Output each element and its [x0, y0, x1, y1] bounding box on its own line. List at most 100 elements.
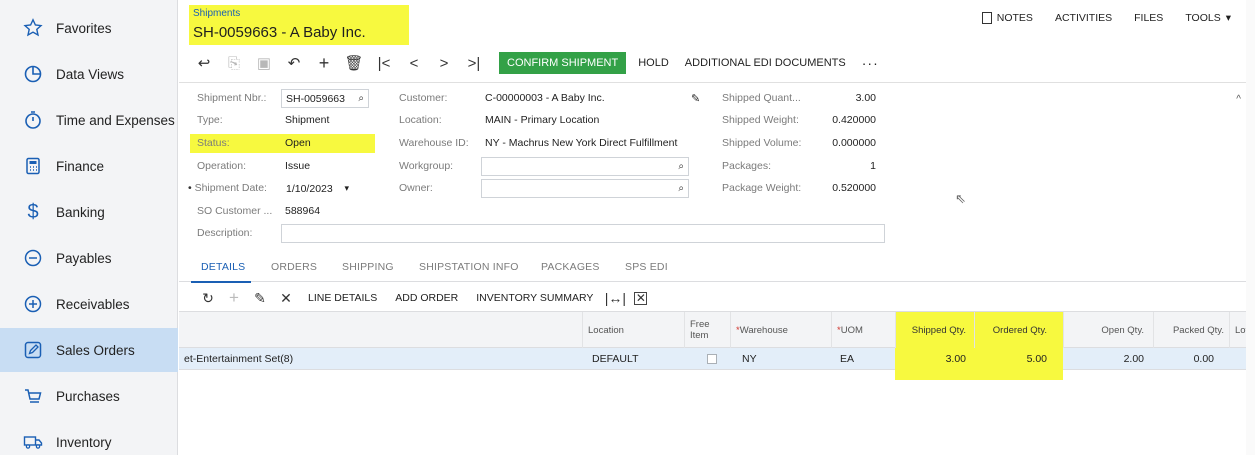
- sidebar-item-sales-orders[interactable]: Sales Orders: [0, 328, 178, 372]
- sidebar-item-receivables[interactable]: Receivables: [0, 282, 178, 326]
- sidebar-item-payables[interactable]: Payables: [0, 236, 178, 280]
- sidebar-item-purchases[interactable]: Purchases: [0, 374, 178, 418]
- workgroup-field[interactable]: ⌕: [481, 157, 689, 176]
- save-icon[interactable]: ▣: [249, 53, 279, 73]
- sidebar-item-inventory[interactable]: Inventory: [0, 420, 178, 455]
- cell-location[interactable]: DEFAULT: [587, 348, 677, 370]
- packages-label: Packages:: [722, 160, 772, 172]
- warehouse-value: NY - Machrus New York Direct Fulfillment: [485, 137, 678, 149]
- cell-free-item[interactable]: [702, 348, 722, 370]
- status-value: Open: [285, 137, 311, 149]
- search-icon[interactable]: ⌕: [358, 93, 364, 104]
- shipment-date-row: • Shipment Date:: [188, 178, 285, 198]
- sidebar-item-label: Sales Orders: [56, 342, 135, 358]
- edit-icon[interactable]: ✎: [691, 92, 700, 105]
- package-weight-row: Package Weight: 0.520000: [722, 178, 876, 198]
- edit-icon[interactable]: ✎: [247, 290, 273, 307]
- column-header-packed-qty[interactable]: Packed Qty.: [1153, 312, 1229, 349]
- sidebar-item-favorites[interactable]: Favorites: [0, 6, 178, 50]
- shipped-volume-value: 0.000000: [832, 137, 876, 149]
- sidebar-item-time-and-expenses[interactable]: Time and Expenses: [0, 98, 178, 142]
- shipment-date-label: • Shipment Date:: [188, 182, 267, 194]
- tab-shipstation-info[interactable]: SHIPSTATION INFO: [419, 261, 519, 273]
- sidebar-item-banking[interactable]: $ Banking: [0, 190, 178, 234]
- warehouse-row: Warehouse ID: NY - Machrus New York Dire…: [399, 133, 677, 153]
- chevron-down-icon[interactable]: ▾: [344, 183, 349, 194]
- save-close-icon[interactable]: ⎘: [219, 53, 249, 73]
- tab-orders[interactable]: ORDERS: [271, 261, 317, 273]
- free-item-checkbox[interactable]: [707, 354, 717, 364]
- add-icon[interactable]: +: [309, 53, 339, 73]
- status-label: Status:: [197, 137, 230, 149]
- customer-value[interactable]: C-00000003 - A Baby Inc.: [485, 92, 605, 104]
- column-header-ordered-qty[interactable]: Ordered Qty.: [974, 312, 1052, 349]
- refresh-icon[interactable]: ↻: [195, 290, 221, 307]
- table-row[interactable]: et-Entertainment Set(8) DEFAULT NY EA 3.…: [179, 348, 1255, 380]
- next-record-icon[interactable]: >: [429, 53, 459, 73]
- column-header-uom[interactable]: * UOM: [831, 312, 891, 349]
- activities-link[interactable]: ACTIVITIES: [1055, 12, 1112, 24]
- cell-warehouse[interactable]: NY: [737, 348, 817, 370]
- fit-columns-icon[interactable]: |↔|: [602, 290, 628, 306]
- shipment-date-field[interactable]: 1/10/2023 ▾: [281, 179, 353, 198]
- export-excel-icon[interactable]: ✕: [634, 291, 648, 305]
- line-details-button[interactable]: LINE DETAILS: [299, 292, 386, 304]
- sidebar-item-finance[interactable]: Finance: [0, 144, 178, 188]
- sidebar-item-label: Banking: [56, 204, 105, 220]
- confirm-shipment-button[interactable]: CONFIRM SHIPMENT: [499, 52, 627, 74]
- screen-breadcrumb[interactable]: Shipments: [191, 8, 242, 19]
- back-icon[interactable]: ↩: [189, 53, 219, 73]
- shipment-nbr-label: Shipment Nbr.:: [197, 92, 267, 104]
- column-header-shipped-qty[interactable]: Shipped Qty.: [895, 312, 971, 349]
- owner-field[interactable]: ⌕: [481, 179, 689, 198]
- packages-row: Packages: 1: [722, 156, 876, 176]
- add-order-button[interactable]: ADD ORDER: [386, 292, 467, 304]
- notes-link[interactable]: NOTES: [981, 12, 1033, 24]
- column-header-location[interactable]: Location: [582, 312, 678, 349]
- description-label: Description:: [197, 227, 253, 239]
- previous-record-icon[interactable]: <: [399, 53, 429, 73]
- column-header-free-item[interactable]: Free Item: [684, 312, 724, 349]
- delete-row-icon[interactable]: ✕: [273, 290, 299, 307]
- tools-menu[interactable]: TOOLS ▾: [1185, 12, 1231, 24]
- operation-value: Issue: [285, 160, 311, 172]
- delete-icon[interactable]: 🗑: [339, 53, 369, 73]
- tab-packages[interactable]: PACKAGES: [541, 261, 600, 273]
- shipped-quantity-row: Shipped Quant... 3.00: [722, 88, 876, 108]
- add-row-icon[interactable]: +: [221, 288, 247, 308]
- shipped-weight-label: Shipped Weight:: [722, 114, 799, 126]
- sidebar-item-data-views[interactable]: Data Views: [0, 52, 178, 96]
- shipment-nbr-field[interactable]: SH-0059663 ⌕: [281, 89, 369, 108]
- inventory-summary-button[interactable]: INVENTORY SUMMARY: [467, 292, 602, 304]
- sidebar: Favorites Data Views Time and Expenses F…: [0, 0, 178, 455]
- sidebar-item-label: Favorites: [56, 20, 112, 36]
- search-icon[interactable]: ⌕: [678, 161, 684, 172]
- last-record-icon[interactable]: >|: [459, 53, 489, 73]
- active-tab-indicator: [191, 281, 251, 283]
- shipped-quantity-label: Shipped Quant...: [722, 92, 801, 104]
- column-header-warehouse[interactable]: * Warehouse: [730, 312, 825, 349]
- column-header-open-qty[interactable]: Open Qty.: [1063, 312, 1149, 349]
- customer-label: Customer:: [399, 92, 448, 104]
- collapse-icon[interactable]: ^: [1236, 94, 1241, 105]
- type-value: Shipment: [285, 114, 330, 126]
- files-link[interactable]: FILES: [1134, 12, 1163, 24]
- undo-icon[interactable]: ↶: [279, 53, 309, 73]
- cell-shipped-qty[interactable]: 3.00: [895, 348, 971, 370]
- more-actions-button[interactable]: ···: [862, 55, 879, 71]
- tab-sps-edi[interactable]: SPS EDI: [625, 261, 668, 273]
- cell-ordered-qty: 5.00: [1026, 353, 1047, 365]
- hold-button[interactable]: HOLD: [630, 52, 677, 74]
- first-record-icon[interactable]: |<: [369, 53, 399, 73]
- search-icon[interactable]: ⌕: [678, 183, 684, 194]
- tab-shipping[interactable]: SHIPPING: [342, 261, 394, 273]
- page-scrollbar[interactable]: [1246, 0, 1255, 455]
- tab-details[interactable]: DETAILS: [201, 261, 245, 273]
- sidebar-item-label: Time and Expenses: [56, 112, 175, 128]
- top-links: NOTES ACTIVITIES FILES TOOLS ▾: [981, 12, 1231, 24]
- cart-icon: [22, 385, 44, 407]
- status-row: Status: Open: [197, 133, 311, 153]
- cell-uom[interactable]: EA: [835, 348, 885, 370]
- additional-edi-documents-button[interactable]: ADDITIONAL EDI DOCUMENTS: [677, 52, 854, 74]
- description-field[interactable]: [281, 224, 885, 243]
